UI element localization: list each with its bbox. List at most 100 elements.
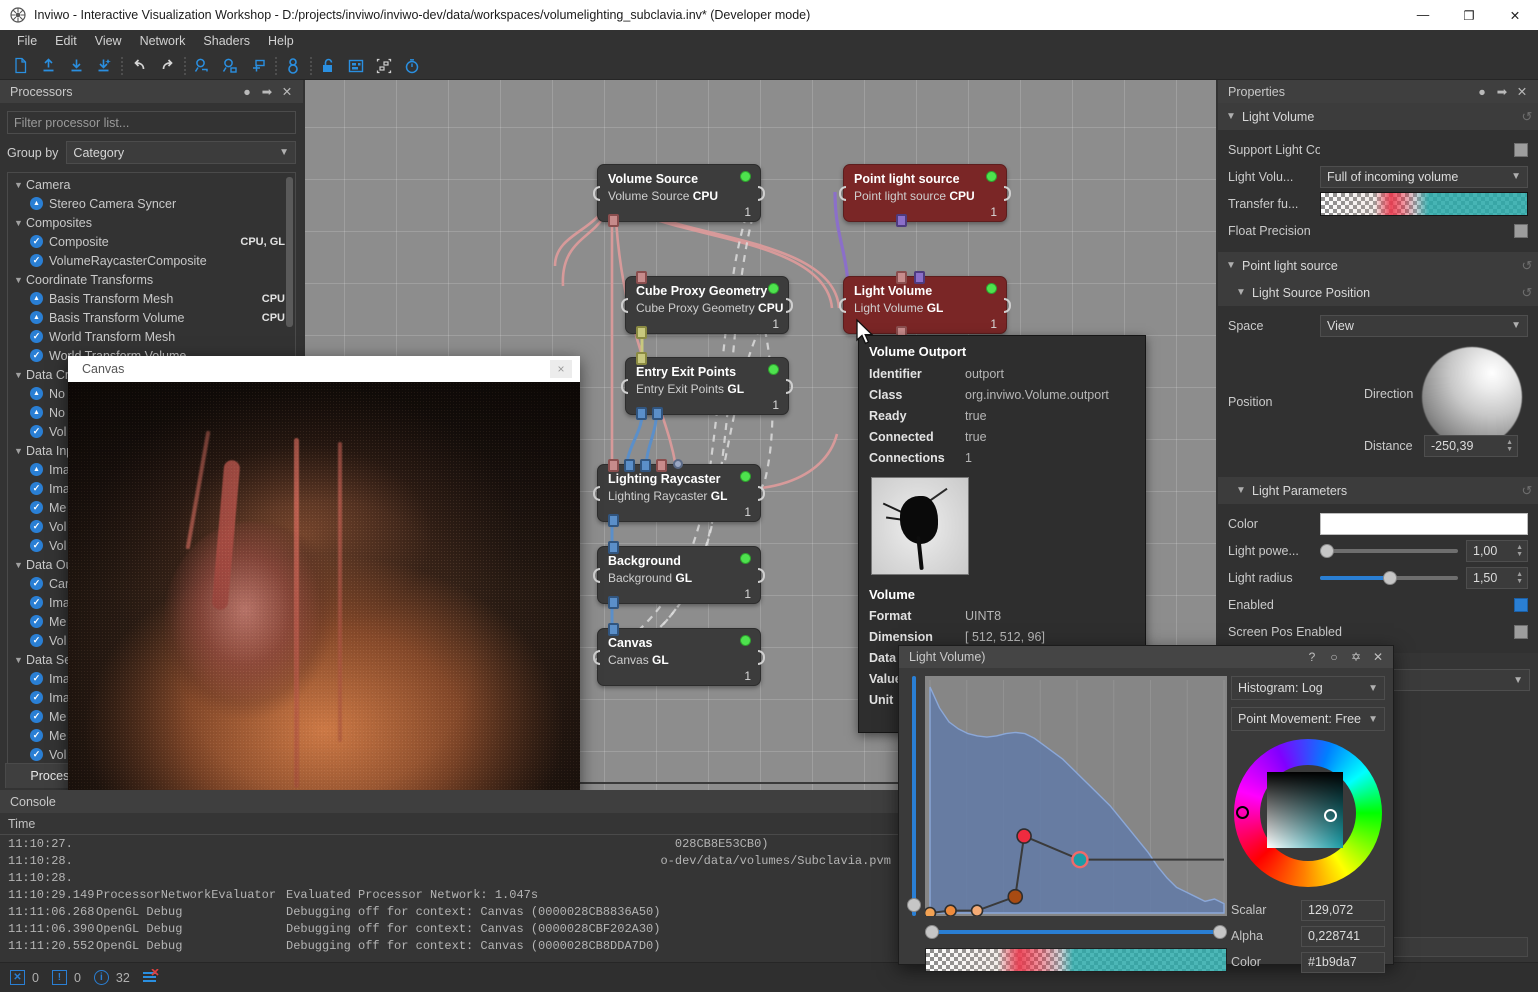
processor-tree-scrollbar[interactable] bbox=[286, 177, 293, 327]
light-radius-slider[interactable] bbox=[1320, 567, 1458, 589]
enabled-checkbox[interactable] bbox=[1514, 598, 1528, 612]
tf-histogram-canvas[interactable] bbox=[925, 676, 1227, 916]
prop-light-volume-mode[interactable]: Light Volu... Full of incoming volume ▼ bbox=[1228, 163, 1528, 190]
minimize-button[interactable]: — bbox=[1400, 0, 1446, 30]
canvas-close-icon[interactable]: × bbox=[550, 360, 572, 378]
undo-icon[interactable] bbox=[125, 53, 153, 79]
node-inport[interactable] bbox=[673, 459, 683, 469]
open-workspace-icon[interactable] bbox=[34, 53, 62, 79]
pin-icon[interactable]: ✡ bbox=[1345, 647, 1367, 667]
new-workspace-icon[interactable] bbox=[6, 53, 34, 79]
node-inport[interactable] bbox=[636, 352, 647, 365]
node-inport[interactable] bbox=[896, 271, 907, 284]
prop-color[interactable]: Color bbox=[1228, 510, 1528, 537]
processor-item[interactable]: Stereo Camera Syncer bbox=[8, 194, 295, 213]
transfer-function-editor-window[interactable]: Light Volume) ? ○ ✡ ✕ Histogram: Log bbox=[898, 645, 1394, 965]
point-movement-select[interactable]: Point Movement: Free ▼ bbox=[1231, 707, 1385, 731]
node-inport[interactable] bbox=[624, 459, 635, 472]
sv-marker[interactable] bbox=[1324, 809, 1337, 822]
node-inport-ear[interactable] bbox=[593, 568, 600, 583]
prop-screen-pos-enabled[interactable]: Screen Pos Enabled bbox=[1228, 618, 1528, 645]
reset-icon[interactable]: ↺ bbox=[1516, 255, 1538, 277]
node-inport[interactable] bbox=[608, 623, 619, 636]
processor-node-canvas[interactable]: CanvasCanvas GL1 bbox=[597, 628, 761, 686]
node-outport[interactable] bbox=[608, 514, 619, 527]
find-property-icon[interactable] bbox=[216, 53, 244, 79]
processor-node-lighting-raycaster[interactable]: Lighting RaycasterLighting Raycaster GL1 bbox=[597, 464, 761, 522]
group-point-light-source[interactable]: ▼ Point light source ↺ bbox=[1218, 252, 1538, 279]
node-inport[interactable] bbox=[608, 541, 619, 554]
space-select[interactable]: View ▼ bbox=[1320, 315, 1528, 337]
node-inport-ear[interactable] bbox=[839, 298, 846, 313]
properties-close-icon[interactable]: ✕ bbox=[1512, 82, 1532, 102]
info-icon[interactable]: i bbox=[94, 970, 109, 985]
node-inport-ear[interactable] bbox=[621, 379, 628, 394]
person-icon[interactable] bbox=[279, 53, 307, 79]
processor-node-point-light-source[interactable]: Point light sourcePoint light source CPU… bbox=[843, 164, 1007, 222]
node-inport[interactable] bbox=[608, 459, 619, 472]
color-wheel[interactable] bbox=[1234, 739, 1382, 887]
spinner-arrows-icon[interactable]: ▲▼ bbox=[1506, 439, 1513, 453]
menu-edit[interactable]: Edit bbox=[46, 32, 86, 50]
prop-support-light-color[interactable]: Support Light Color bbox=[1228, 136, 1528, 163]
group-by-select[interactable]: Category ▼ bbox=[66, 141, 296, 164]
help-icon[interactable]: ? bbox=[1301, 647, 1323, 667]
tf-field-scalar[interactable]: Scalar 129,072 bbox=[1231, 897, 1385, 923]
node-outport[interactable] bbox=[636, 326, 647, 339]
processor-item[interactable]: World Transform Mesh bbox=[8, 327, 295, 346]
tf-color-strip[interactable] bbox=[925, 948, 1227, 972]
processor-node-background[interactable]: BackgroundBackground GL1 bbox=[597, 546, 761, 604]
spinner-arrows-icon[interactable]: ▲▼ bbox=[1516, 544, 1523, 558]
processor-item[interactable]: CompositeCPU, GL bbox=[8, 232, 295, 251]
lock-icon[interactable] bbox=[314, 53, 342, 79]
processor-node-entry-exit-points[interactable]: Entry Exit PointsEntry Exit Points GL1 bbox=[625, 357, 789, 415]
menu-file[interactable]: File bbox=[8, 32, 46, 50]
error-icon[interactable]: ✕ bbox=[10, 970, 25, 985]
menu-network[interactable]: Network bbox=[131, 32, 195, 50]
light-radius-value[interactable]: 1,50 ▲▼ bbox=[1466, 567, 1528, 589]
float-precision-checkbox[interactable] bbox=[1514, 224, 1528, 238]
light-power-slider[interactable] bbox=[1320, 540, 1458, 562]
properties-pin-icon[interactable]: ➡ bbox=[1492, 82, 1512, 102]
light-volume-mode-select[interactable]: Full of incoming volume ▼ bbox=[1320, 166, 1528, 188]
processor-filter-input[interactable]: Filter processor list... bbox=[7, 111, 296, 134]
timer-icon[interactable] bbox=[398, 53, 426, 79]
direction-sphere[interactable] bbox=[1422, 347, 1522, 447]
menu-shaders[interactable]: Shaders bbox=[194, 32, 259, 50]
menu-view[interactable]: View bbox=[86, 32, 131, 50]
close-icon[interactable]: ✕ bbox=[1367, 647, 1389, 667]
reset-icon[interactable]: ↺ bbox=[1516, 480, 1538, 502]
processor-category[interactable]: ▼Camera bbox=[8, 175, 295, 194]
distance-spinbox[interactable]: -250,39 ▲▼ bbox=[1424, 435, 1518, 457]
processor-node-cube-proxy-geometry[interactable]: Cube Proxy GeometryCube Proxy Geometry C… bbox=[625, 276, 789, 334]
warning-icon[interactable]: ! bbox=[52, 970, 67, 985]
node-inport-ear[interactable] bbox=[621, 298, 628, 313]
support-light-color-checkbox[interactable] bbox=[1514, 143, 1528, 157]
prop-transfer-function[interactable]: Transfer fu... bbox=[1228, 190, 1528, 217]
layout-icon[interactable] bbox=[342, 53, 370, 79]
tf-scalar-value[interactable]: 129,072 bbox=[1301, 900, 1385, 921]
prop-enabled[interactable]: Enabled bbox=[1228, 591, 1528, 618]
node-outport[interactable] bbox=[608, 214, 619, 227]
group-light-parameters[interactable]: ▼ Light Parameters ↺ bbox=[1218, 477, 1538, 504]
dock-close-icon[interactable]: ✕ bbox=[277, 82, 297, 102]
tf-color-value[interactable]: #1b9da7 bbox=[1301, 952, 1385, 973]
processor-item[interactable]: VolumeRaycasterComposite bbox=[8, 251, 295, 270]
tf-alpha-value[interactable]: 0,228741 bbox=[1301, 926, 1385, 947]
reset-icon[interactable]: ↺ bbox=[1516, 282, 1538, 304]
find-processor-icon[interactable] bbox=[188, 53, 216, 79]
light-position-widget[interactable]: Position Direction Distance -250,39 ▲▼ bbox=[1228, 339, 1528, 469]
add-processor-icon[interactable] bbox=[244, 53, 272, 79]
hue-marker[interactable] bbox=[1236, 806, 1249, 819]
node-outport[interactable] bbox=[608, 596, 619, 609]
processor-category[interactable]: ▼Coordinate Transforms bbox=[8, 270, 295, 289]
prop-light-radius[interactable]: Light radius 1,50 ▲▼ bbox=[1228, 564, 1528, 591]
network-layout-icon[interactable] bbox=[370, 53, 398, 79]
node-inport-ear[interactable] bbox=[593, 650, 600, 665]
close-button[interactable]: ✕ bbox=[1492, 0, 1538, 30]
node-outport[interactable] bbox=[636, 407, 647, 420]
node-inport[interactable] bbox=[656, 459, 667, 472]
node-inport[interactable] bbox=[914, 271, 925, 284]
node-inport-ear[interactable] bbox=[839, 186, 846, 201]
save-workspace-as-icon[interactable] bbox=[90, 53, 118, 79]
